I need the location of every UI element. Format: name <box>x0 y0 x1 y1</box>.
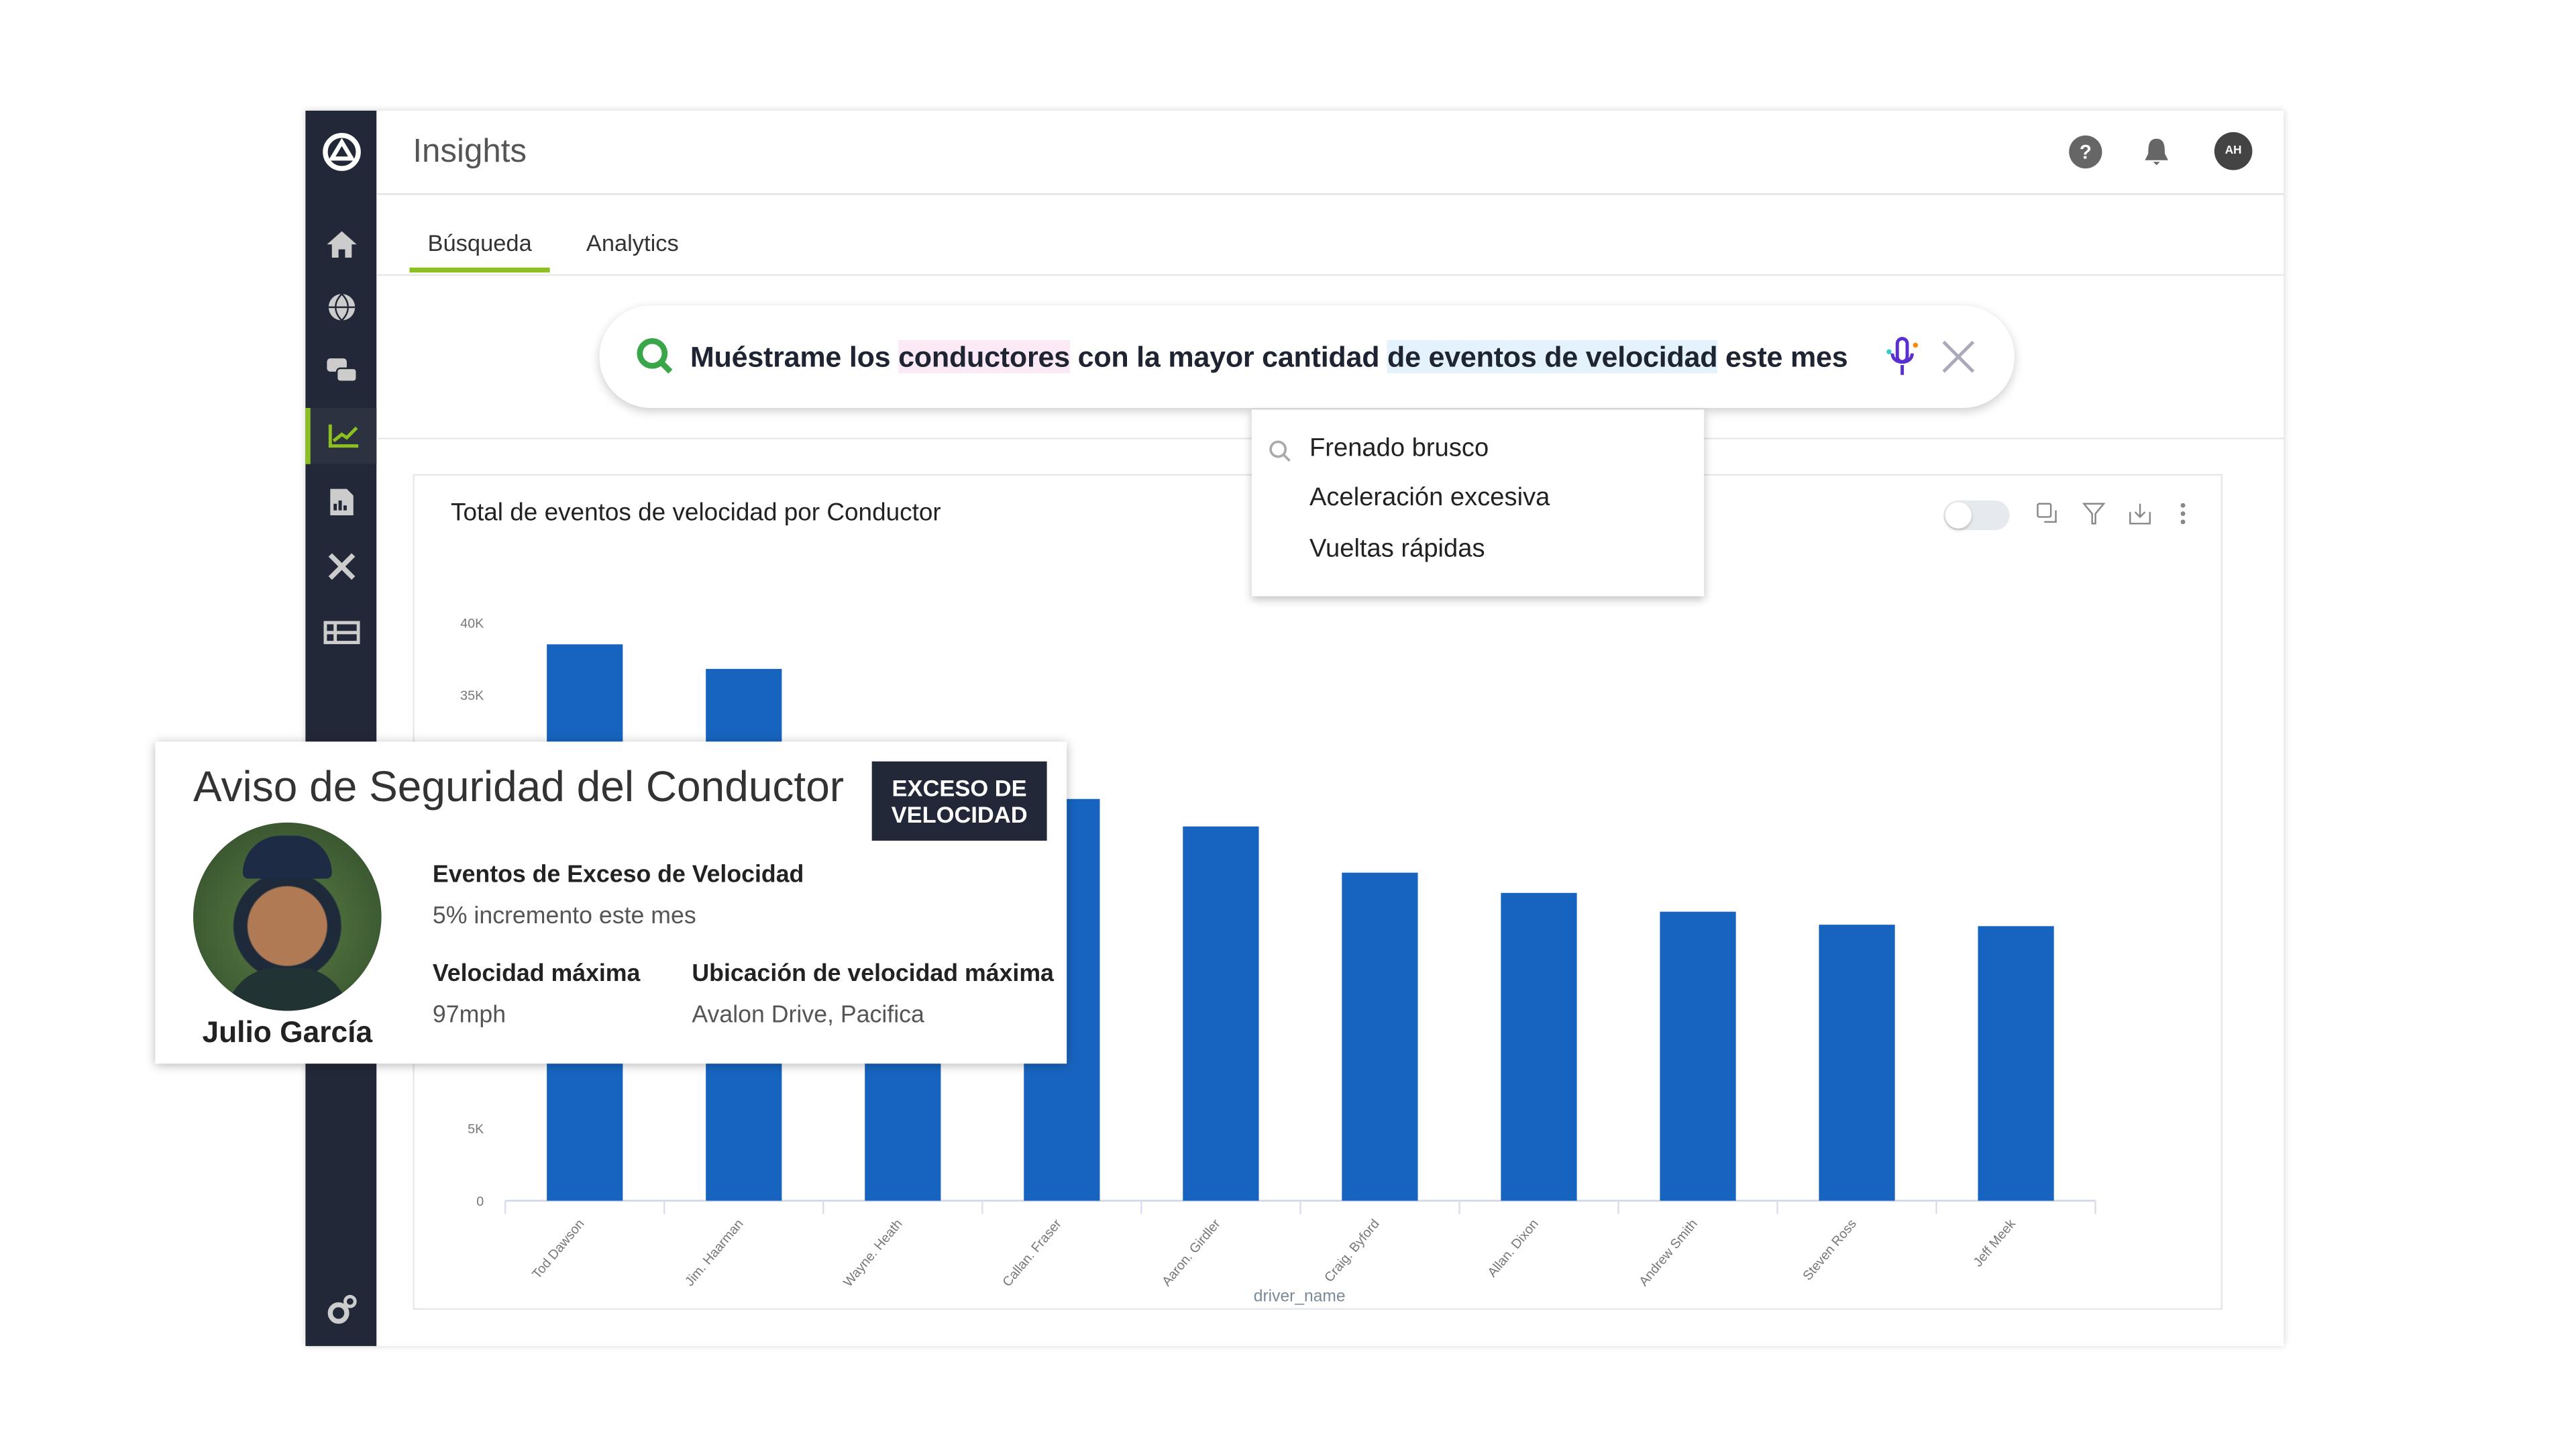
events-label: Eventos de Exceso de Velocidad <box>432 862 804 889</box>
header: Insights ? AH <box>376 111 2284 195</box>
tools-icon[interactable] <box>305 538 376 594</box>
app-window: Insights ? AH Búsqueda Analytics Muéstra… <box>305 110 2284 1347</box>
driver-photo <box>193 822 382 1011</box>
bar[interactable] <box>1183 826 1259 1201</box>
microphone-icon[interactable] <box>1884 335 1921 378</box>
y-tick-label: 40K <box>460 616 484 631</box>
x-tick-label: Andrew Smith <box>1636 1216 1701 1289</box>
metric-highlight: de eventos de velocidad <box>1387 339 1718 373</box>
x-tick-label: Jeff Meek <box>1970 1216 2019 1270</box>
suggestion-item[interactable]: Vueltas rápidas <box>1309 535 1485 565</box>
x-tick-label: Wayne. Heath <box>841 1216 906 1290</box>
report-icon[interactable] <box>305 474 376 530</box>
x-tick-label: Tod Dawson <box>529 1216 587 1282</box>
search-icon <box>637 338 673 374</box>
x-axis-label: driver_name <box>1254 1288 1346 1306</box>
entity-highlight: conductores <box>898 339 1070 373</box>
search-icon <box>1269 440 1291 462</box>
location-label: Ubicación de velocidad máxima <box>692 961 1054 988</box>
bar[interactable] <box>1660 911 1736 1201</box>
max-speed-value: 97mph <box>432 1002 506 1029</box>
location-value: Avalon Drive, Pacifica <box>692 1002 924 1029</box>
help-icon[interactable]: ? <box>2069 135 2102 169</box>
speeding-badge: EXCESO DE VELOCIDAD <box>871 761 1047 841</box>
chat-icon[interactable] <box>305 344 376 400</box>
y-tick-label: 5K <box>468 1122 484 1137</box>
card-title: Aviso de Seguridad del Conductor <box>193 761 845 811</box>
settings-gear-icon[interactable] <box>305 1282 376 1338</box>
shirt <box>226 968 349 1011</box>
bar[interactable] <box>1978 926 2054 1201</box>
divider <box>376 274 2284 276</box>
x-tick-label: Aaron. Girdler <box>1159 1216 1224 1289</box>
clear-icon[interactable] <box>1940 339 1976 375</box>
cap <box>242 835 332 879</box>
trend-chart-icon[interactable] <box>305 407 377 464</box>
bell-icon[interactable] <box>2140 136 2173 168</box>
tab-busqueda[interactable]: Búsqueda <box>428 229 532 256</box>
x-tick-label: Allan. Dixon <box>1485 1216 1541 1280</box>
x-tick-label: Jim. Haarman <box>682 1216 747 1289</box>
bar[interactable] <box>1501 892 1577 1201</box>
driver-name: Julio García <box>202 1015 373 1049</box>
suggestion-item[interactable]: Frenado brusco <box>1309 434 1489 464</box>
search-query[interactable]: Muéstrame los conductores con la mayor c… <box>690 339 1848 374</box>
events-value: 5% incremento este mes <box>432 903 696 930</box>
max-speed-label: Velocidad máxima <box>432 961 641 988</box>
bar[interactable] <box>1342 872 1418 1201</box>
logo-icon[interactable] <box>305 124 376 180</box>
x-tick-label: Steven Ross <box>1800 1216 1860 1284</box>
home-icon[interactable] <box>305 216 376 272</box>
avatar[interactable]: AH <box>2214 132 2253 170</box>
search-bar[interactable]: Muéstrame los conductores con la mayor c… <box>599 305 2015 408</box>
list-icon[interactable] <box>305 605 376 661</box>
tab-analytics[interactable]: Analytics <box>586 229 679 256</box>
suggestions-dropdown: Frenado brusco Aceleración excesiva Vuel… <box>1251 409 1705 597</box>
sidebar <box>305 110 377 1347</box>
page-title: Insights <box>413 134 527 170</box>
x-tick-label: Craig. Byford <box>1322 1216 1383 1285</box>
driver-safety-card: Aviso de Seguridad del Conductor EXCESO … <box>155 741 1067 1064</box>
x-tick-label: Callan. Fraser <box>1000 1216 1065 1290</box>
suggestion-item[interactable]: Aceleración excesiva <box>1309 484 1550 513</box>
y-tick-label: 35K <box>460 688 484 703</box>
bar[interactable] <box>1819 925 1895 1201</box>
y-tick-label: 0 <box>476 1194 484 1209</box>
active-tab-indicator <box>409 267 550 273</box>
globe-icon[interactable] <box>305 279 376 335</box>
